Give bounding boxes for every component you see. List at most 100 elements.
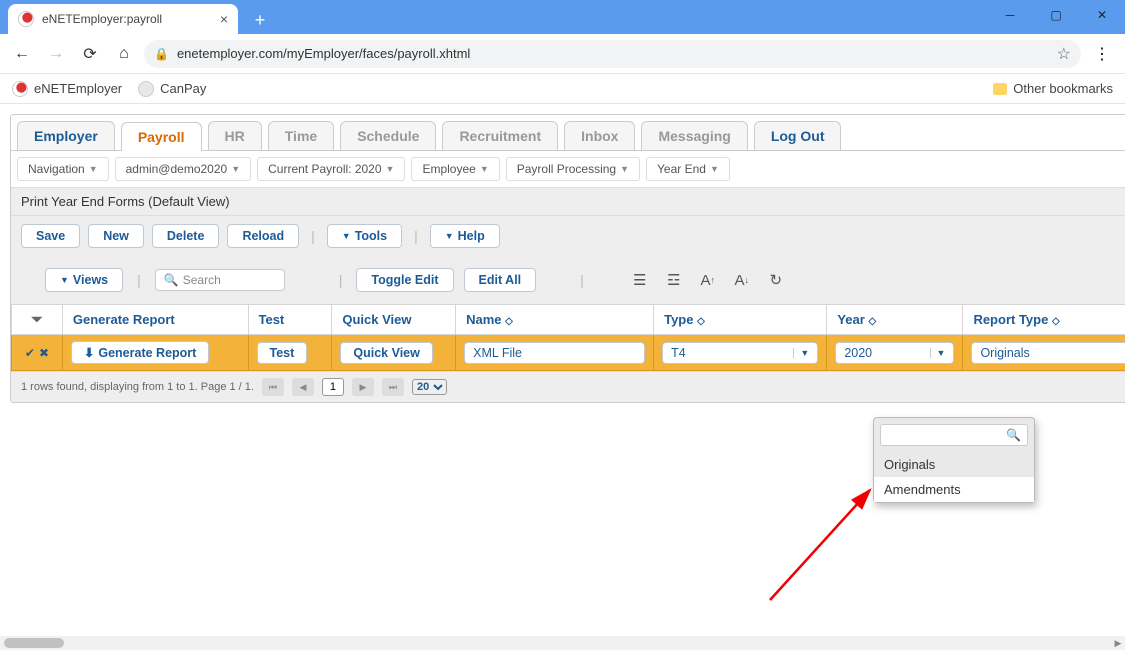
bookmark-label: CanPay [160, 81, 206, 96]
help-button[interactable]: ▼Help [430, 224, 500, 248]
page-prev-button[interactable]: ◀ [292, 378, 314, 396]
col-label: Test [259, 312, 285, 327]
col-report-type[interactable]: Report Type ◇ [963, 305, 1125, 335]
crumb-employee[interactable]: Employee▼ [411, 157, 499, 181]
reload-button[interactable]: Reload [227, 224, 299, 248]
window-close[interactable]: ✕ [1079, 0, 1125, 30]
table-row: ✔ ✖ ⬇Generate Report Test Quick View XML … [12, 335, 1125, 371]
col-generate-report[interactable]: Generate Report [62, 305, 248, 335]
tab-close-icon[interactable]: × [220, 11, 228, 27]
section-title: Print Year End Forms (Default View) [11, 187, 1125, 216]
crumb-current-payroll[interactable]: Current Payroll: 2020▼ [257, 157, 405, 181]
page-size-select[interactable]: 20 [412, 379, 447, 395]
quick-view-button[interactable]: Quick View [340, 342, 432, 364]
divider: | [335, 272, 347, 288]
back-button[interactable]: ← [8, 40, 36, 68]
crumb-label: Navigation [28, 162, 85, 176]
type-select[interactable]: T4 ▼ [662, 342, 818, 364]
crumb-yearend[interactable]: Year End▼ [646, 157, 730, 181]
col-name[interactable]: Name ◇ [456, 305, 654, 335]
home-button[interactable]: ⌂ [110, 40, 138, 68]
forward-button[interactable]: → [42, 40, 70, 68]
new-button[interactable]: New [88, 224, 144, 248]
reload-button[interactable]: ⟳ [76, 40, 104, 68]
year-select[interactable]: 2020▼ [835, 342, 954, 364]
list-dense-icon[interactable]: ☰ [628, 268, 652, 292]
col-test[interactable]: Test [248, 305, 332, 335]
tab-employer[interactable]: Employer [17, 121, 115, 150]
search-icon: 🔍 [164, 273, 179, 287]
list-checked-icon[interactable]: ☲ [662, 268, 686, 292]
font-increase-icon[interactable]: A↑ [696, 268, 720, 292]
btn-label: Tools [355, 229, 387, 243]
row-cancel-icon[interactable]: ✖ [39, 346, 49, 360]
caret-down-icon[interactable]: ▼ [930, 348, 946, 358]
other-bookmarks[interactable]: Other bookmarks [993, 81, 1113, 96]
dropdown-search-input[interactable]: 🔍 [880, 424, 1028, 446]
dropdown-option-amendments[interactable]: Amendments [874, 477, 1034, 502]
delete-button[interactable]: Delete [152, 224, 220, 248]
bookmark-star-icon[interactable]: ☆ [1057, 44, 1071, 64]
page-number-input[interactable] [322, 378, 344, 396]
test-button[interactable]: Test [257, 342, 308, 364]
window-minimize[interactable]: ─ [987, 0, 1033, 30]
sort-icon[interactable]: ◇ [505, 316, 513, 327]
report-type-select[interactable]: Originals▼ [971, 342, 1125, 364]
btn-label: Generate Report [98, 346, 196, 360]
caret-down-icon[interactable]: ▼ [793, 348, 809, 358]
sort-icon[interactable]: ◇ [1052, 316, 1060, 327]
tab-schedule[interactable]: Schedule [340, 121, 436, 150]
generate-report-button[interactable]: ⬇Generate Report [71, 341, 209, 364]
page-last-button[interactable]: ⏭ [382, 378, 404, 396]
font-decrease-icon[interactable]: A↓ [730, 268, 754, 292]
horizontal-scrollbar[interactable]: ▶ [0, 636, 1125, 650]
filter-icon[interactable]: ⏷ [22, 311, 52, 328]
browser-menu-icon[interactable]: ⋮ [1087, 44, 1117, 64]
tab-inbox[interactable]: Inbox [564, 121, 635, 150]
refresh-icon[interactable]: ↻ [764, 268, 788, 292]
bookmark-enetemployer[interactable]: eNETEmployer [12, 81, 122, 97]
page-first-button[interactable]: ⏮ [262, 378, 284, 396]
crumb-navigation[interactable]: Navigation ▼ [17, 157, 109, 181]
bookmark-canpay[interactable]: CanPay [138, 81, 206, 97]
crumb-label: Year End [657, 162, 706, 176]
url-bar[interactable]: 🔒 enetemployer.com/myEmployer/faces/payr… [144, 40, 1081, 68]
sort-icon[interactable]: ◇ [697, 316, 705, 327]
browser-tab[interactable]: eNETEmployer:payroll × [8, 4, 238, 34]
scrollbar-thumb[interactable] [4, 638, 64, 648]
col-quick-view[interactable]: Quick View [332, 305, 456, 335]
page-next-button[interactable]: ▶ [352, 378, 374, 396]
tab-recruitment[interactable]: Recruitment [442, 121, 558, 150]
field-value: T4 [671, 346, 686, 360]
search-input[interactable]: 🔍 Search [155, 269, 285, 291]
url-text: enetemployer.com/myEmployer/faces/payrol… [177, 46, 470, 61]
save-button[interactable]: Save [21, 224, 80, 248]
tools-button[interactable]: ▼Tools [327, 224, 402, 248]
crumb-processing[interactable]: Payroll Processing▼ [506, 157, 640, 181]
name-field[interactable]: XML File [464, 342, 645, 364]
caret-down-icon: ▼ [60, 275, 69, 285]
sort-icon[interactable]: ◇ [868, 316, 876, 327]
new-tab-button[interactable]: + [246, 6, 274, 34]
bookmark-label: Other bookmarks [1013, 81, 1113, 96]
toggle-edit-button[interactable]: Toggle Edit [356, 268, 453, 292]
crumb-label: Current Payroll: 2020 [268, 162, 381, 176]
edit-all-button[interactable]: Edit All [464, 268, 537, 292]
search-icon: 🔍 [1006, 428, 1021, 442]
caret-down-icon: ▼ [89, 164, 98, 174]
tab-logout[interactable]: Log Out [754, 121, 842, 150]
scroll-right-icon[interactable]: ▶ [1111, 638, 1125, 649]
views-button[interactable]: ▼Views [45, 268, 123, 292]
tab-payroll[interactable]: Payroll [121, 122, 202, 151]
col-year[interactable]: Year ◇ [827, 305, 963, 335]
bookmark-icon [12, 81, 28, 97]
tab-messaging[interactable]: Messaging [641, 121, 747, 150]
crumb-user[interactable]: admin@demo2020▼ [115, 157, 252, 181]
tab-time[interactable]: Time [268, 121, 334, 150]
row-confirm-icon[interactable]: ✔ [25, 346, 35, 360]
folder-icon [993, 83, 1007, 95]
window-maximize[interactable]: ▢ [1033, 0, 1079, 30]
col-type[interactable]: Type ◇ [654, 305, 827, 335]
tab-hr[interactable]: HR [208, 121, 262, 150]
dropdown-option-originals[interactable]: Originals [874, 452, 1034, 477]
